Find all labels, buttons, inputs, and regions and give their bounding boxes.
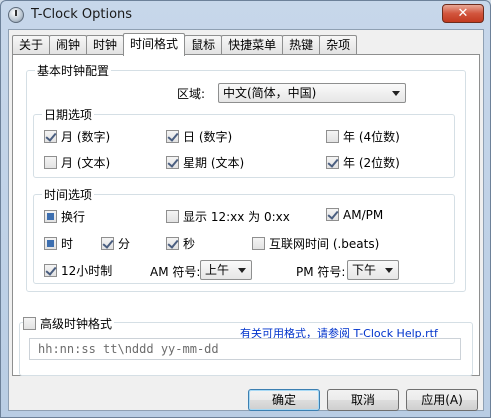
checkbox-checked-icon — [166, 237, 179, 250]
tab-quick-menu[interactable]: 快捷菜单 — [221, 35, 284, 55]
chevron-down-icon — [392, 91, 400, 96]
region-value: 中文(简体，中国) — [223, 86, 317, 100]
tab-time-format[interactable]: 时间格式 — [123, 33, 186, 56]
checkbox-unchecked-icon — [252, 237, 265, 250]
checkbox-unchecked-icon — [166, 210, 179, 223]
month-text-label: 月 (文本) — [61, 156, 111, 170]
ok-button[interactable]: 确定 — [248, 389, 320, 411]
tab-about[interactable]: 关于 — [12, 35, 51, 55]
internet-time-checkbox[interactable]: 互联网时间 (.beats) — [252, 235, 379, 252]
ampm-checkbox[interactable]: AM/PM — [326, 208, 383, 222]
year-2-label: 年 (2位数) — [343, 156, 400, 170]
second-label: 秒 — [183, 237, 196, 251]
checkbox-checked-icon — [166, 130, 179, 143]
show-zero-checkbox[interactable]: 显示 12:xx 为 0:xx — [166, 208, 290, 225]
region-label: 区域: — [177, 87, 206, 101]
checkbox-checked-icon — [44, 264, 57, 277]
weekday-text-checkbox[interactable]: 星期 (文本) — [166, 154, 244, 171]
second-checkbox[interactable]: 秒 — [166, 235, 195, 252]
line-break-checkbox[interactable]: 换行 — [44, 208, 85, 225]
year-4-label: 年 (4位数) — [343, 130, 400, 144]
options-window: T-Clock Options ✕ 关于 闹钟 时钟 时间格式 鼠标 快捷菜单 … — [0, 0, 491, 418]
year-2-checkbox[interactable]: 年 (2位数) — [326, 154, 400, 171]
format-string-input[interactable]: hh:nn:ss tt\nddd yy-mm-dd — [29, 338, 461, 360]
basic-config-group: 基本时钟配置 区域: 中文(简体，中国) 日期选项 月 (数字) 日 (数字) — [26, 62, 466, 292]
tab-mouse[interactable]: 鼠标 — [184, 35, 223, 55]
hour-checkbox[interactable]: 时 — [44, 235, 73, 252]
pm-symbol-label: PM 符号: — [296, 265, 346, 279]
checkbox-unchecked-icon — [44, 156, 57, 169]
month-number-label: 月 (数字) — [61, 130, 111, 144]
checkbox-unchecked-icon — [326, 130, 339, 143]
tab-clock[interactable]: 时钟 — [86, 35, 125, 55]
date-options-legend: 日期选项 — [42, 106, 95, 123]
minute-checkbox[interactable]: 分 — [101, 235, 130, 252]
line-break-label: 换行 — [61, 210, 86, 224]
close-button[interactable]: ✕ — [442, 4, 484, 23]
checkbox-unchecked-icon — [23, 317, 36, 330]
am-symbol-label: AM 符号: — [150, 265, 201, 279]
checkbox-checked-icon — [44, 130, 57, 143]
internet-time-label: 互联网时间 (.beats) — [269, 237, 380, 251]
month-text-checkbox[interactable]: 月 (文本) — [44, 154, 110, 171]
tab-hotkeys[interactable]: 热键 — [282, 35, 321, 55]
checkbox-checked-icon — [101, 237, 114, 250]
show-zero-label: 显示 12:xx 为 0:xx — [183, 210, 290, 224]
tab-strip: 关于 闹钟 时钟 时间格式 鼠标 快捷菜单 热键 杂项 — [12, 33, 358, 56]
checkbox-checked-icon — [166, 156, 179, 169]
checkbox-checked-icon — [326, 208, 339, 221]
clock-app-icon — [8, 7, 24, 23]
pm-symbol-value: 下午 — [352, 263, 377, 277]
minute-label: 分 — [118, 237, 131, 251]
month-number-checkbox[interactable]: 月 (数字) — [44, 128, 110, 145]
am-symbol-select[interactable]: 上午 — [200, 260, 252, 280]
dialog-client: 关于 闹钟 时钟 时间格式 鼠标 快捷菜单 热键 杂项 基本时钟配置 区域: 中… — [8, 29, 484, 411]
time-options-legend: 时间选项 — [42, 186, 95, 203]
checkbox-indeterminate-icon — [44, 210, 57, 223]
hour-label: 时 — [61, 237, 74, 251]
h12-checkbox[interactable]: 12小时制 — [44, 262, 112, 279]
window-title: T-Clock Options — [31, 7, 133, 22]
tab-alarm[interactable]: 闹钟 — [49, 35, 88, 55]
title-bar[interactable]: T-Clock Options ✕ — [1, 1, 490, 29]
tab-misc[interactable]: 杂项 — [319, 35, 358, 55]
day-number-label: 日 (数字) — [183, 130, 233, 144]
chevron-down-icon — [385, 268, 393, 273]
day-number-checkbox[interactable]: 日 (数字) — [166, 128, 232, 145]
year-4-checkbox[interactable]: 年 (4位数) — [326, 128, 400, 145]
checkbox-indeterminate-icon — [44, 237, 57, 250]
advanced-format-label: 高级时钟格式 — [40, 317, 113, 331]
date-options-group: 日期选项 月 (数字) 日 (数字) 年 (4位数) 月 (文本) 星期 (文本… — [33, 106, 455, 178]
am-symbol-value: 上午 — [205, 263, 230, 277]
pm-symbol-select[interactable]: 下午 — [347, 260, 399, 280]
time-options-group: 时间选项 换行 显示 12:xx 为 0:xx AM/PM 时 分 秒 互联网时… — [33, 186, 455, 284]
advanced-format-checkbox[interactable]: 高级时钟格式 — [23, 315, 115, 332]
chevron-down-icon — [238, 268, 246, 273]
region-select[interactable]: 中文(简体，中国) — [218, 83, 406, 103]
ampm-label: AM/PM — [343, 208, 384, 222]
time-format-panel: 基本时钟配置 区域: 中文(简体，中国) 日期选项 月 (数字) 日 (数字) — [12, 54, 480, 376]
cancel-button[interactable]: 取消 — [327, 389, 399, 411]
weekday-text-label: 星期 (文本) — [183, 156, 245, 170]
checkbox-checked-icon — [326, 156, 339, 169]
basic-config-legend: 基本时钟配置 — [35, 62, 112, 79]
h12-label: 12小时制 — [61, 264, 113, 278]
apply-button[interactable]: 应用(A) — [406, 389, 478, 411]
